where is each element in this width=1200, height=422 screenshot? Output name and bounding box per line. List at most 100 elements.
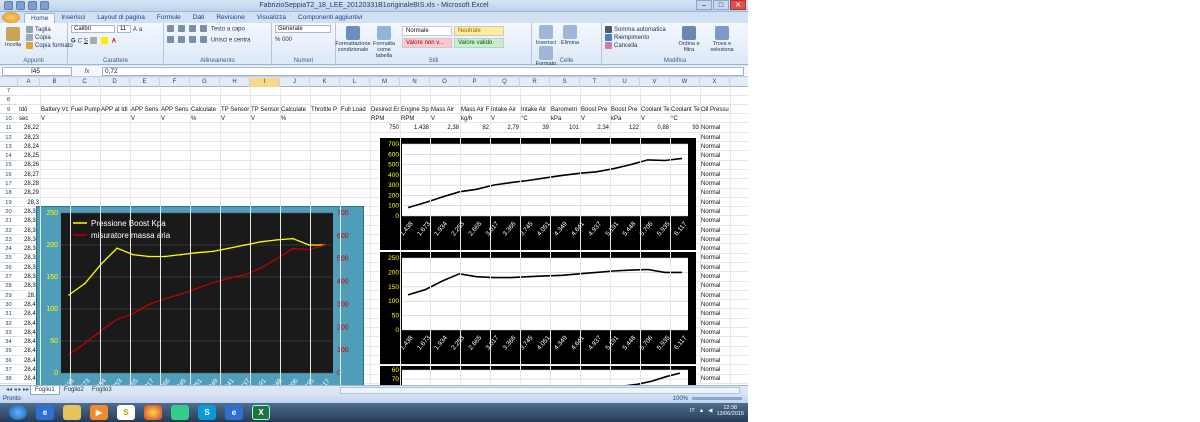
cell-i[interactable]: TP Sensor: [250, 106, 280, 115]
cell-a[interactable]: sec: [18, 115, 40, 124]
borders-icon[interactable]: [89, 36, 97, 44]
cell-t[interactable]: 2,34: [580, 124, 610, 133]
tab-home[interactable]: Home: [24, 13, 56, 23]
number-format-select[interactable]: Generale: [275, 25, 331, 33]
align-middle-icon[interactable]: [177, 25, 185, 32]
cell-u[interactable]: Boost Pre: [610, 106, 640, 115]
cell-p[interactable]: Mass Air F: [460, 106, 490, 115]
row-header[interactable]: 20: [0, 208, 17, 217]
horizontal-scrollbar[interactable]: [340, 387, 740, 394]
cell-x[interactable]: Normal: [700, 292, 730, 301]
sheet-nav-arrows[interactable]: ◂◂ ◂ ▸ ▸▸: [2, 386, 33, 395]
cell-g[interactable]: Calculate: [190, 106, 220, 115]
cell-q[interactable]: V: [490, 115, 520, 124]
cell-x[interactable]: Normal: [700, 152, 730, 161]
third-chart-partial[interactable]: 70 60: [380, 366, 696, 385]
volume-icon[interactable]: ◀: [708, 408, 712, 414]
font-size-field[interactable]: 11: [116, 25, 131, 33]
cell-a[interactable]: [18, 96, 40, 105]
column-header-r[interactable]: R: [520, 78, 550, 87]
tab-formulas[interactable]: Formule: [151, 13, 187, 23]
cell-x[interactable]: Normal: [700, 143, 730, 152]
cell-a[interactable]: 28,26: [18, 161, 40, 170]
column-header-o[interactable]: O: [430, 78, 460, 87]
sheet-tab-1[interactable]: Foglio1: [30, 386, 60, 395]
row-header[interactable]: 23: [0, 236, 17, 245]
language-indicator[interactable]: IT: [690, 408, 695, 414]
cell-a[interactable]: 28,22: [18, 124, 40, 133]
cell-t[interactable]: Boost Pre: [580, 106, 610, 115]
style-bad[interactable]: Valore non v...: [402, 38, 452, 48]
insert-cells-button[interactable]: Inserisci: [535, 25, 557, 46]
row-header[interactable]: 22: [0, 227, 17, 236]
row-header[interactable]: 38: [0, 375, 17, 384]
cell-p[interactable]: 82: [460, 124, 490, 133]
clock[interactable]: 12:38 13/06/2015: [716, 405, 744, 417]
tab-view[interactable]: Visualizza: [251, 13, 292, 23]
cell-w[interactable]: 93: [670, 124, 700, 133]
folder-icon[interactable]: [63, 405, 81, 420]
cell-x[interactable]: Normal: [700, 375, 730, 384]
row-header[interactable]: 18: [0, 189, 17, 198]
column-header-h[interactable]: H: [220, 78, 250, 87]
align-center-icon[interactable]: [177, 36, 185, 44]
cell-x[interactable]: Normal: [700, 310, 730, 319]
fx-icon[interactable]: fx: [72, 68, 102, 75]
cell-w[interactable]: °C: [670, 115, 700, 124]
sheet-tab-2[interactable]: Foglio2: [60, 386, 88, 395]
row-header[interactable]: 8: [0, 96, 17, 105]
cell-v[interactable]: 0,88: [640, 124, 670, 133]
row-header[interactable]: 15: [0, 161, 17, 170]
cell-e[interactable]: APP Sens: [130, 106, 160, 115]
tab-review[interactable]: Revisione: [210, 13, 251, 23]
cell-o[interactable]: V: [430, 115, 460, 124]
column-header-t[interactable]: T: [580, 78, 610, 87]
cell-u[interactable]: 122: [610, 124, 640, 133]
cell-x[interactable]: Normal: [700, 357, 730, 366]
tab-data[interactable]: Dati: [187, 13, 211, 23]
row-header[interactable]: 30: [0, 301, 17, 310]
chrome-icon[interactable]: [144, 405, 162, 420]
cell-x[interactable]: Normal: [700, 227, 730, 236]
cell-x[interactable]: Normal: [700, 199, 730, 208]
cell-o[interactable]: Mass Air: [430, 106, 460, 115]
cell-s[interactable]: kPa: [550, 115, 580, 124]
formula-input[interactable]: 0,72: [102, 66, 744, 76]
ie-icon[interactable]: e: [36, 405, 54, 420]
cell-x[interactable]: Normal: [700, 161, 730, 170]
cell-x[interactable]: Normal: [700, 236, 730, 245]
excel-taskbar-icon[interactable]: X: [252, 405, 270, 420]
column-header-v[interactable]: V: [640, 78, 670, 87]
cell-f[interactable]: APP Sens: [160, 106, 190, 115]
sort-filter-button[interactable]: Ordina e filtra: [674, 26, 704, 53]
cell-x[interactable]: Normal: [700, 134, 730, 143]
italic-button[interactable]: C: [78, 38, 82, 44]
format-painter-button[interactable]: Copia formato: [26, 42, 73, 50]
cell-n[interactable]: 1.438: [400, 124, 430, 133]
cell-s[interactable]: Barometri: [550, 106, 580, 115]
cell-x[interactable]: Normal: [700, 329, 730, 338]
column-header-e[interactable]: E: [130, 78, 160, 87]
name-box[interactable]: I45: [2, 66, 72, 76]
row-header[interactable]: 28: [0, 282, 17, 291]
column-header-x[interactable]: X: [700, 78, 730, 87]
cell-m[interactable]: Desired Er: [370, 106, 400, 115]
column-header-w[interactable]: W: [670, 78, 700, 87]
row-header[interactable]: 33: [0, 329, 17, 338]
zoom-level[interactable]: 100%: [673, 395, 688, 403]
cell-x[interactable]: Normal: [700, 301, 730, 310]
close-button[interactable]: ✕: [730, 0, 746, 10]
row-header[interactable]: 36: [0, 357, 17, 366]
cell-x[interactable]: Normal: [700, 338, 730, 347]
skype-icon[interactable]: S: [117, 405, 135, 420]
cell-a[interactable]: 28,29: [18, 189, 40, 198]
style-good[interactable]: Valore valido: [454, 38, 504, 48]
cell-q[interactable]: 2,79: [490, 124, 520, 133]
maximize-button[interactable]: □: [713, 0, 729, 10]
row-header[interactable]: 34: [0, 338, 17, 347]
column-header-l[interactable]: L: [340, 78, 370, 87]
indent-icon[interactable]: [199, 36, 207, 44]
sheet-tab-3[interactable]: Foglio3: [88, 386, 116, 395]
row-header[interactable]: 10: [0, 115, 17, 124]
autosum-button[interactable]: Somma automatica: [605, 26, 666, 34]
